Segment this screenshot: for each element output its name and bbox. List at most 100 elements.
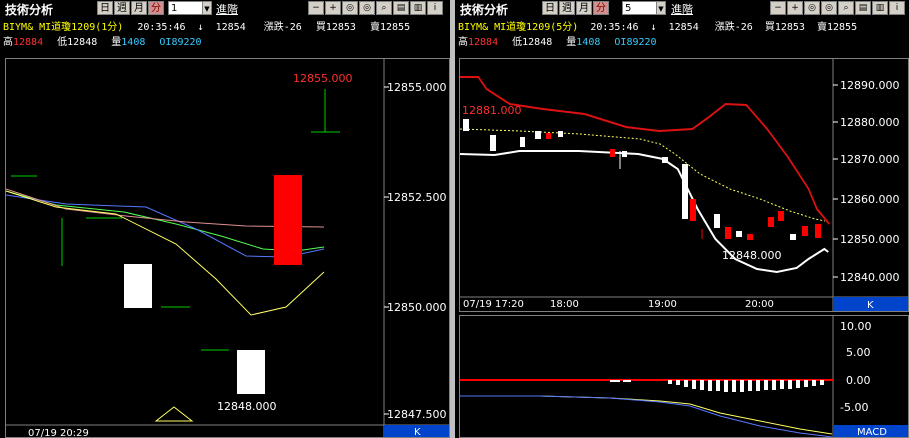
period-dropdown-arrow-icon[interactable]: ▼ (202, 1, 212, 15)
low-label: 低 (57, 37, 68, 48)
period-minute-button[interactable]: 分 (148, 1, 164, 15)
zoom-out-icon[interactable]: − (770, 1, 786, 15)
symbol-name: BIYM& MI道瓊1209(1分) (3, 22, 124, 33)
period-day-button[interactable]: 日 (97, 1, 113, 15)
quote-line: BIYM& MI道瓊1209(1分) 20:35:46 ↓ 12854 漲跌-2… (3, 18, 410, 33)
open-interest: OI89220 (159, 37, 202, 48)
low-label: 低 (512, 37, 523, 48)
quote-stats: 高12884 低12848 量1408 OI89220 (458, 33, 657, 48)
period-minute-button[interactable]: 分 (593, 1, 609, 15)
quote-stats: 高12884 低12848 量1408 OI89220 (3, 33, 202, 48)
zoom-in-icon[interactable]: + (325, 1, 341, 15)
macd-histogram (610, 380, 824, 392)
search-icon[interactable]: ⌕ (838, 1, 854, 15)
advanced-link[interactable]: 進階 (671, 1, 693, 17)
candlestick-chart[interactable]: 12855.000 12848.000 12855.000 12852.500 … (5, 58, 450, 438)
x-axis-label: 19:00 (648, 299, 677, 310)
advanced-link[interactable]: 進階 (216, 1, 238, 17)
candle-9 (662, 157, 668, 163)
candle-18 (790, 234, 796, 240)
magnifier-minus-icon[interactable]: ◎ (821, 1, 837, 15)
save-icon[interactable]: ▤ (855, 1, 871, 15)
y-tick-label: 12880.000 (840, 116, 900, 129)
period-week-button[interactable]: 週 (559, 1, 575, 15)
candle-6 (558, 131, 563, 137)
chart-window-5min: 技術分析 日 週 月 分 5 ▼ 進階 − + ◎ ◎ ⌕ ▤ ▥ i BIYM… (455, 0, 909, 438)
y-tick-label: 12870.000 (840, 153, 900, 166)
macd-dif-line (460, 395, 833, 437)
high-price-marker: 12855.000 (293, 72, 353, 85)
zoom-in-icon[interactable]: + (787, 1, 803, 15)
low-value: 12848 (522, 37, 553, 48)
high-value: 12884 (13, 37, 44, 48)
x-axis-label: 20:00 (745, 299, 774, 310)
search-icon[interactable]: ⌕ (376, 1, 392, 15)
magnifier-minus-icon[interactable]: ◎ (359, 1, 375, 15)
open-interest: OI89220 (614, 37, 657, 48)
toolbar: 技術分析 日 週 月 分 1 ▼ 進階 − + ◎ ◎ ⌕ ▤ ▥ i (0, 0, 450, 17)
mid-band-line (460, 128, 826, 222)
high-value: 12884 (468, 37, 499, 48)
quote-time: 20:35:46 (137, 22, 186, 33)
x-axis-label: 07/19 17:20 (463, 299, 524, 310)
triangle-marker (154, 406, 194, 422)
candle-up-7 (274, 175, 302, 265)
price-change: 漲跌-26 (714, 22, 753, 33)
low-value: 12848 (67, 37, 98, 48)
info-icon[interactable]: i (889, 1, 905, 15)
quote-time: 20:35:46 (590, 22, 639, 33)
y-tick-label: 12890.000 (840, 79, 900, 92)
candle-13 (725, 227, 731, 239)
candle-down-3 (124, 264, 152, 308)
symbol-name: BIYM& MI道瓊1209(5分) (458, 22, 579, 33)
down-arrow-icon: ↓ (650, 22, 657, 33)
volume-label: 量 (111, 37, 122, 48)
candle-17 (778, 211, 784, 221)
upper-band-line (460, 76, 830, 225)
indicator-tab-macd-label: MACD (857, 427, 887, 437)
period-month-button[interactable]: 月 (576, 1, 592, 15)
candle-4 (535, 131, 541, 139)
y-tick-label: 12860.000 (840, 193, 900, 206)
toolbar: 技術分析 日 週 月 分 5 ▼ 進階 − + ◎ ◎ ⌕ ▤ ▥ i (455, 0, 909, 17)
magnifier-icon[interactable]: ◎ (804, 1, 820, 15)
window-title: 技術分析 (460, 3, 509, 17)
period-day-button[interactable]: 日 (542, 1, 558, 15)
print-icon[interactable]: ▥ (410, 1, 426, 15)
period-week-button[interactable]: 週 (114, 1, 130, 15)
low-price-marker: 12848.000 (217, 400, 277, 413)
candlestick-chart[interactable]: 12881.000 12848.000 12890.000 12880.000 … (459, 58, 909, 312)
high-label: 高 (3, 37, 13, 48)
candle-2 (490, 135, 496, 151)
magnifier-icon[interactable]: ◎ (342, 1, 358, 15)
macd-tick-label: -5.00 (840, 401, 868, 414)
info-icon[interactable]: i (427, 1, 443, 15)
candle-20 (815, 224, 821, 238)
bid-price: 買12853 (315, 22, 356, 33)
volume-label: 量 (566, 37, 577, 48)
y-tick-label: 12840.000 (840, 271, 900, 284)
print-icon[interactable]: ▥ (872, 1, 888, 15)
y-tick-label: 12850.000 (840, 233, 900, 246)
window-title: 技術分析 (5, 3, 54, 17)
chart-window-1min: 技術分析 日 週 月 分 1 ▼ 進階 − + ◎ ◎ ⌕ ▤ ▥ i BIYM… (0, 0, 450, 438)
macd-chart[interactable]: 10.00 5.00 0.00 -5.00 MACD (459, 315, 909, 438)
low-price-marker: 12848.000 (722, 249, 782, 262)
save-icon[interactable]: ▤ (393, 1, 409, 15)
candle-16 (768, 217, 774, 227)
indicator-tab-k-label: K (414, 427, 421, 437)
candle-14 (736, 231, 742, 237)
candle-down-6 (237, 350, 265, 394)
period-month-button[interactable]: 月 (131, 1, 147, 15)
candle-5 (546, 133, 551, 139)
macd-signal-line (460, 395, 833, 435)
candle-3 (520, 137, 525, 147)
candle-15 (747, 234, 753, 240)
candle-11 (690, 199, 696, 221)
x-axis-label: 18:00 (550, 299, 579, 310)
zoom-out-icon[interactable]: − (308, 1, 324, 15)
price-change: 漲跌-26 (263, 22, 302, 33)
period-dropdown-arrow-icon[interactable]: ▼ (656, 1, 666, 15)
volume-value: 1408 (576, 37, 601, 48)
x-axis-label: 07/19 20:29 (28, 428, 89, 437)
